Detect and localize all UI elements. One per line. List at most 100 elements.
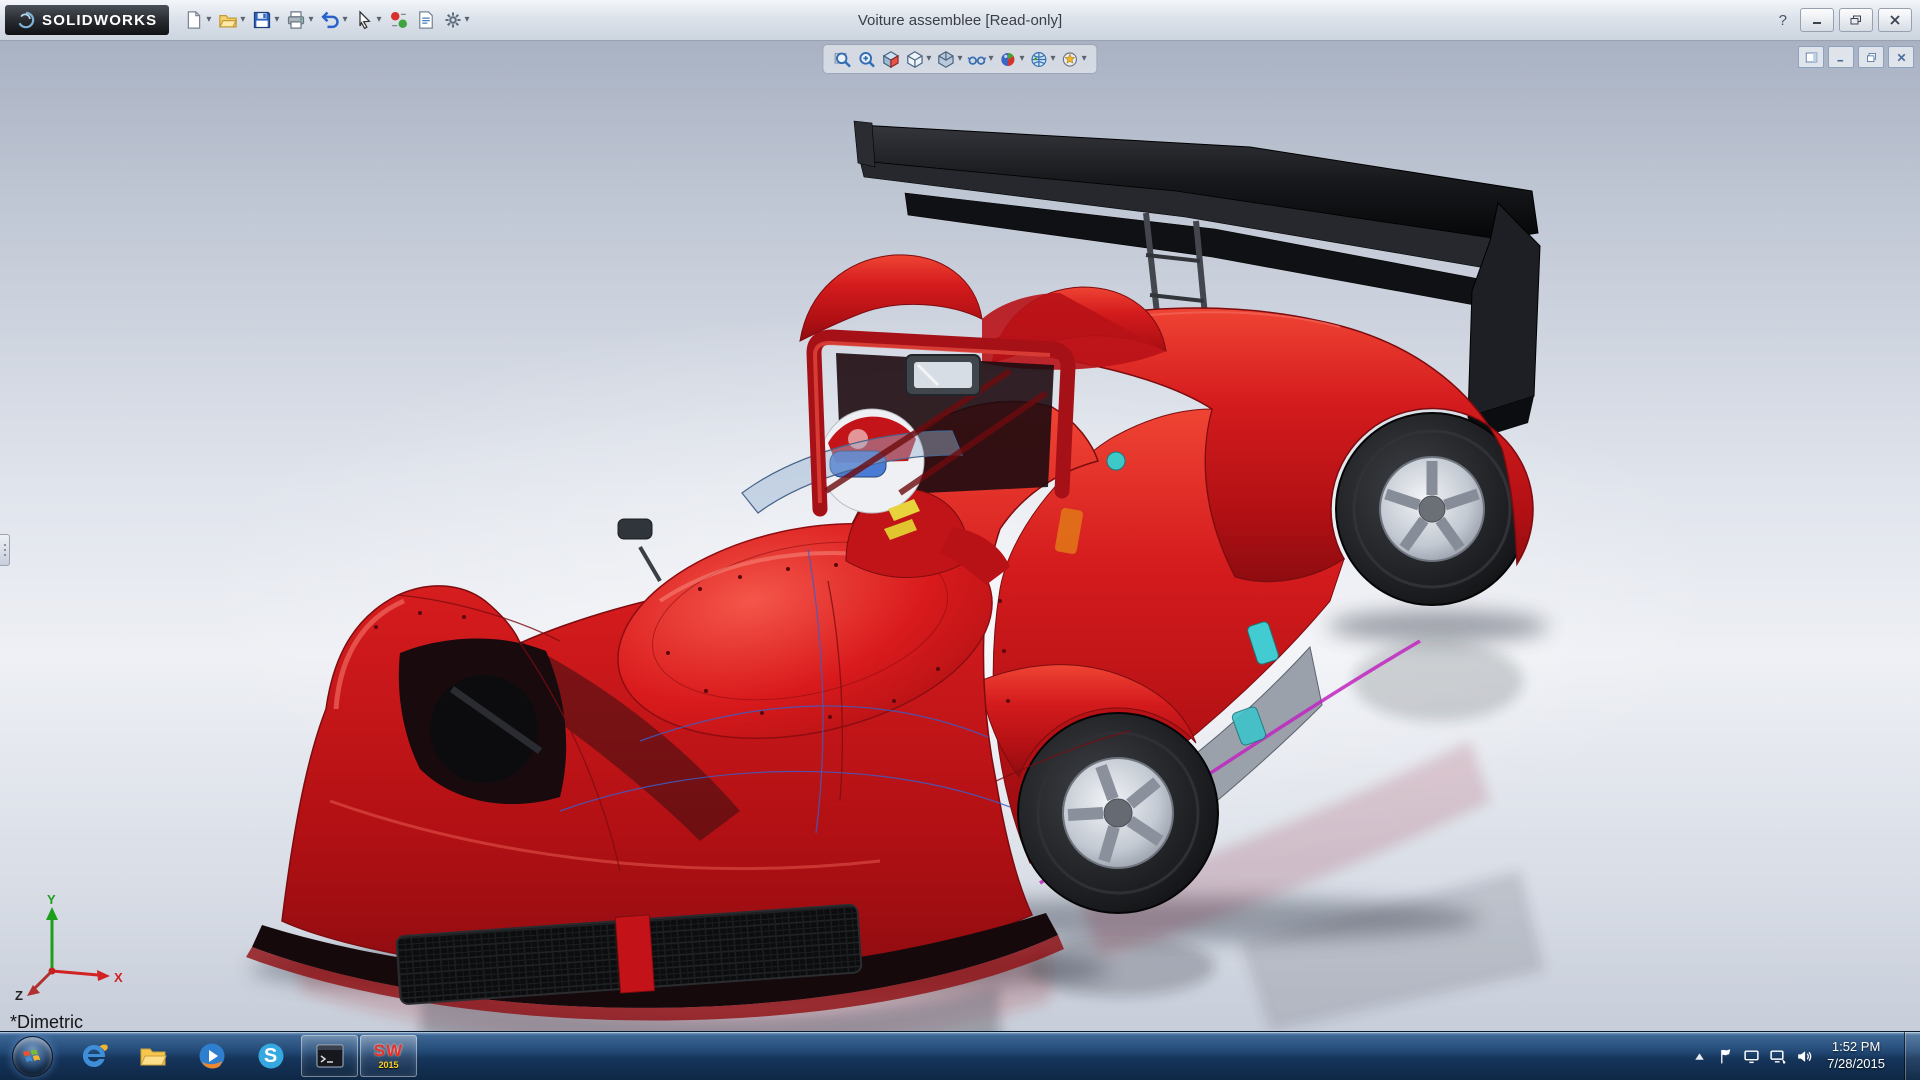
view-orientation-label: *Dimetric <box>10 1012 83 1033</box>
skype-icon: S <box>255 1040 287 1072</box>
caret-down-icon[interactable]: ▾ <box>342 15 347 25</box>
print-button[interactable]: ▾ <box>283 6 316 34</box>
select-button[interactable]: ▾ <box>352 6 385 34</box>
doc-minimize-icon <box>1835 51 1848 64</box>
caret-down-icon[interactable]: ▾ <box>377 15 382 25</box>
heads-up-view-toolbar: ▾ ▾ ▾ ▾ ▾ ▾ <box>823 45 1096 73</box>
volume-icon[interactable] <box>1795 1048 1812 1065</box>
minimize-icon <box>1811 15 1823 25</box>
brand-text: SOLIDWORKS <box>42 12 157 29</box>
close-icon <box>1889 15 1901 25</box>
caret-down-icon[interactable]: ▾ <box>1051 54 1056 64</box>
dassault-3ds-logo <box>17 11 35 29</box>
task-pane-toggle-icon <box>1805 51 1818 64</box>
system-tray: 1:52 PM 7/28/2015 <box>1681 1032 1920 1080</box>
undo-icon <box>320 10 340 30</box>
section-view-button[interactable] <box>879 47 902 71</box>
section-view-icon <box>881 50 900 69</box>
hide-show-items-button[interactable]: ▾ <box>965 47 995 71</box>
caret-down-icon[interactable]: ▾ <box>1020 54 1025 64</box>
tray-expand-icon[interactable] <box>1691 1048 1708 1065</box>
3d-model-voiture[interactable] <box>0 41 1920 1033</box>
hide-show-items-icon <box>967 50 986 69</box>
graphics-viewport[interactable]: ▾ ▾ ▾ ▾ ▾ ▾ Y X Z *Dimetric <box>0 41 1920 1033</box>
view-orientation-icon <box>905 50 924 69</box>
window-controls: ? <box>1771 8 1920 32</box>
print-icon <box>286 10 306 30</box>
minimize-button[interactable] <box>1800 8 1834 32</box>
caret-down-icon[interactable]: ▾ <box>206 15 211 25</box>
clock-date: 7/28/2015 <box>1827 1056 1885 1073</box>
caret-down-icon[interactable]: ▾ <box>926 54 931 64</box>
doc-close-button[interactable] <box>1888 46 1914 68</box>
taskbar-item-media-player[interactable] <box>183 1035 240 1077</box>
show-desktop-button[interactable] <box>1904 1032 1920 1080</box>
new-document-button[interactable]: ▾ <box>181 6 214 34</box>
feature-tree-splitter[interactable] <box>0 534 10 566</box>
task-pane-toggle-button[interactable] <box>1798 46 1824 68</box>
view-settings-button[interactable]: ▾ <box>1059 47 1089 71</box>
zoom-to-fit-button[interactable] <box>831 47 854 71</box>
taskbar-item-internet-explorer[interactable] <box>65 1035 122 1077</box>
zoom-to-area-button[interactable] <box>855 47 878 71</box>
solidworks-2015-icon: SW 2015 <box>374 1042 403 1070</box>
caret-down-icon[interactable]: ▾ <box>465 15 470 25</box>
apply-scene-button[interactable]: ▾ <box>1028 47 1058 71</box>
windows-update-icon[interactable] <box>1743 1048 1760 1065</box>
display-style-button[interactable]: ▾ <box>934 47 964 71</box>
teal-dot <box>1107 452 1125 470</box>
orientation-triad[interactable]: Y X Z <box>14 893 134 1003</box>
windows-logo-icon <box>20 1044 44 1068</box>
caret-down-icon[interactable]: ▾ <box>1082 54 1087 64</box>
start-button[interactable] <box>0 1032 64 1080</box>
taskbar-item-skype[interactable]: S <box>242 1035 299 1077</box>
options-button[interactable]: ▾ <box>440 6 473 34</box>
file-properties-icon <box>416 10 436 30</box>
file-properties-button[interactable] <box>413 6 439 34</box>
caret-down-icon[interactable]: ▾ <box>988 54 993 64</box>
zoom-to-fit-icon <box>833 50 852 69</box>
restore-button[interactable] <box>1839 8 1873 32</box>
rear-view-mirror <box>906 355 980 395</box>
view-settings-icon <box>1061 50 1080 69</box>
doc-close-icon <box>1895 51 1908 64</box>
options-icon <box>443 10 463 30</box>
zoom-to-area-icon <box>857 50 876 69</box>
document-window-controls <box>1798 46 1914 68</box>
network-icon[interactable] <box>1769 1048 1786 1065</box>
restore-icon <box>1850 15 1862 25</box>
close-button[interactable] <box>1878 8 1912 32</box>
taskbar-item-command-prompt[interactable] <box>301 1035 358 1077</box>
help-button[interactable]: ? <box>1771 12 1795 29</box>
open-document-icon <box>218 10 238 30</box>
taskbar-clock[interactable]: 1:52 PM 7/28/2015 <box>1821 1039 1895 1073</box>
view-orientation-button[interactable]: ▾ <box>903 47 933 71</box>
rebuild-icon <box>389 10 409 30</box>
doc-minimize-button[interactable] <box>1828 46 1854 68</box>
command-prompt-icon <box>314 1040 346 1072</box>
rebuild-button[interactable] <box>386 6 412 34</box>
caret-down-icon[interactable]: ▾ <box>240 15 245 25</box>
save-button[interactable]: ▾ <box>249 6 282 34</box>
front-right-wheel[interactable] <box>1018 713 1218 913</box>
taskbar: S SW 2015 <box>0 1031 1920 1080</box>
taskbar-item-windows-explorer[interactable] <box>124 1035 181 1077</box>
edit-appearance-button[interactable]: ▾ <box>997 47 1027 71</box>
folder-icon <box>137 1040 169 1072</box>
triad-x-label: X <box>114 970 123 985</box>
apply-scene-icon <box>1030 50 1049 69</box>
doc-restore-button[interactable] <box>1858 46 1884 68</box>
action-center-flag-icon[interactable] <box>1717 1048 1734 1065</box>
undo-button[interactable]: ▾ <box>317 6 350 34</box>
open-document-button[interactable]: ▾ <box>215 6 248 34</box>
select-icon <box>355 10 375 30</box>
solidworks-brand: SOLIDWORKS <box>5 5 169 35</box>
caret-down-icon[interactable]: ▾ <box>274 15 279 25</box>
caret-down-icon[interactable]: ▾ <box>957 54 962 64</box>
edit-appearance-icon <box>999 50 1018 69</box>
caret-down-icon[interactable]: ▾ <box>308 15 313 25</box>
taskbar-item-solidworks[interactable]: SW 2015 <box>360 1035 417 1077</box>
quick-access-toolbar: ▾ ▾ ▾ ▾ ▾ ▾ ▾ <box>181 6 472 34</box>
internet-explorer-icon <box>78 1040 110 1072</box>
triad-y-label: Y <box>47 893 56 907</box>
